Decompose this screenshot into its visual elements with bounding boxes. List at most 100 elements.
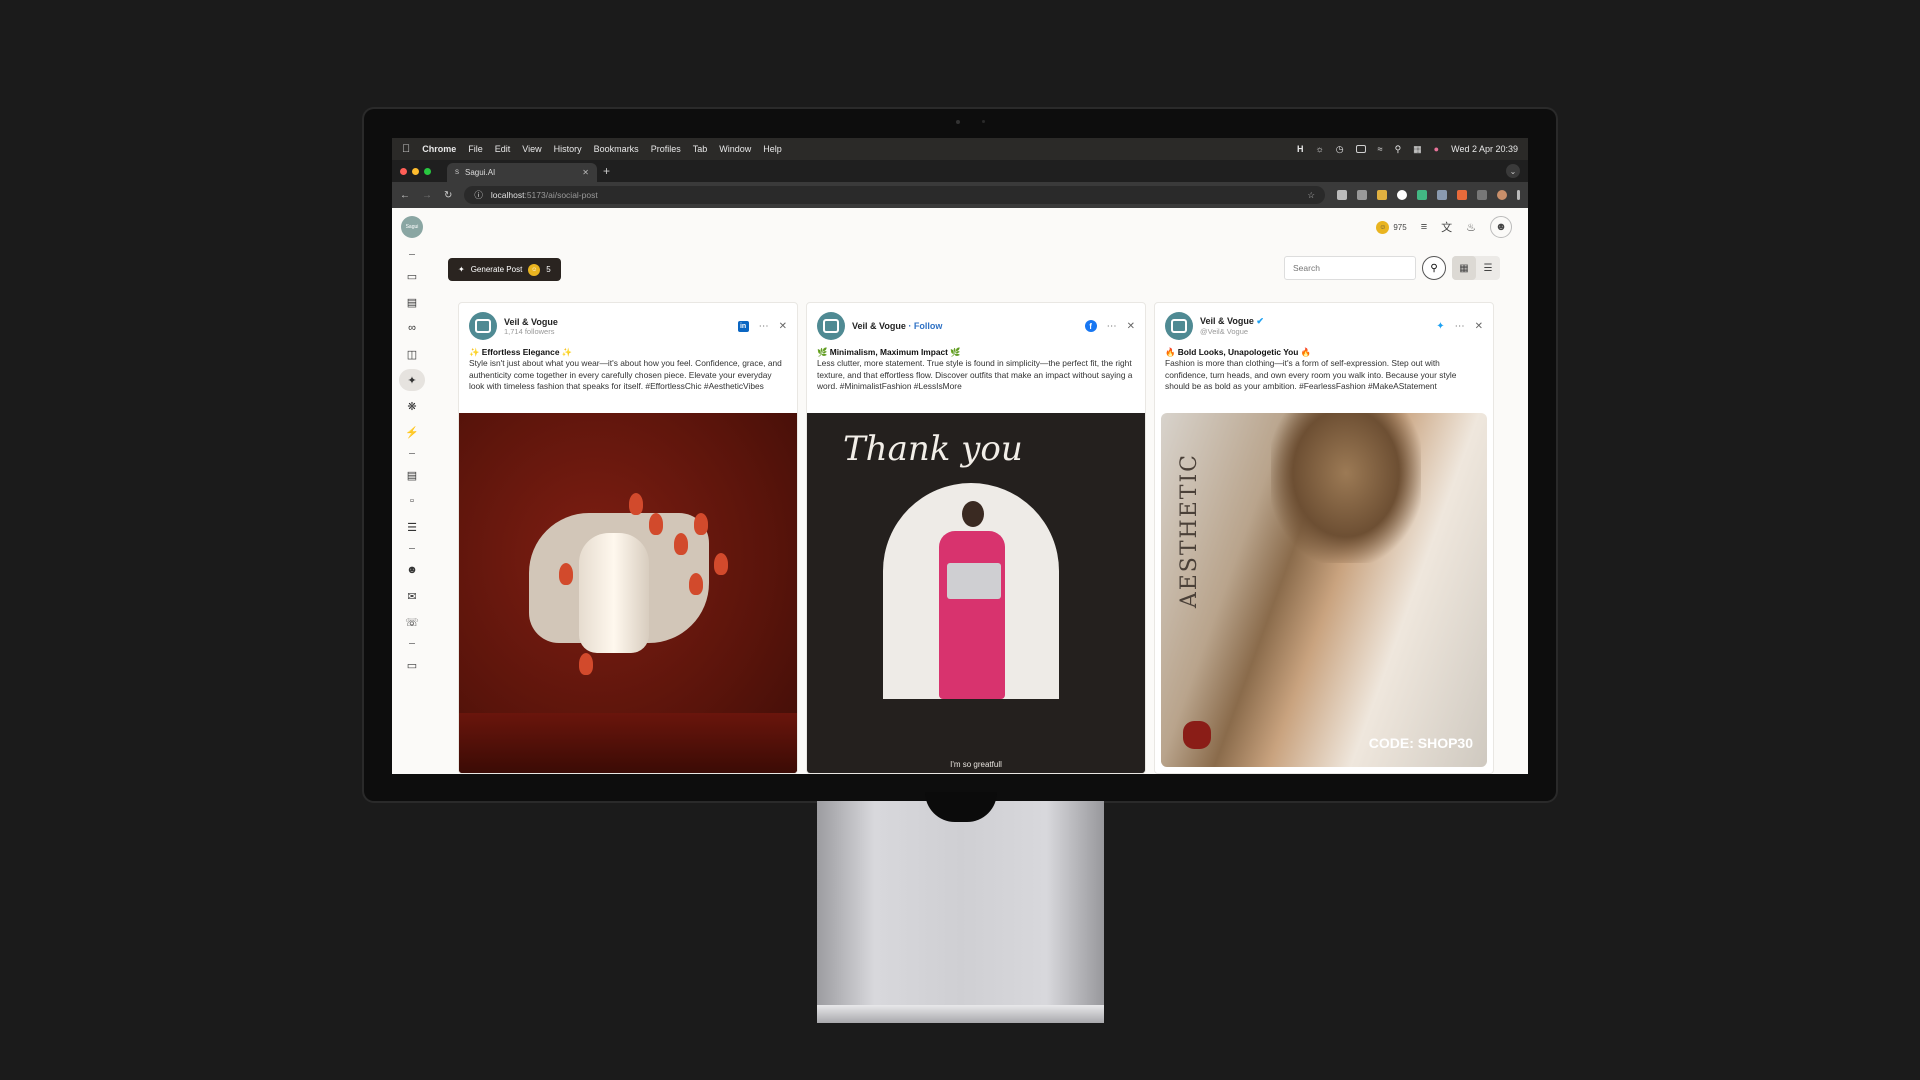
profile-icon[interactable] [1497,190,1507,200]
bell-icon[interactable]: ♨ [1466,221,1476,234]
docker-icon[interactable]: ☼ [1316,144,1324,154]
follow-link[interactable]: · Follow [908,321,942,331]
link-icon[interactable]: ∞ [399,317,425,339]
id-card-icon[interactable]: ▭ [399,654,425,676]
bolt-icon[interactable]: ⚡ [399,421,425,443]
extension-icon-4[interactable] [1397,190,1407,200]
promo-code: CODE: SHOP30 [1368,735,1473,751]
close-window-button[interactable] [400,167,407,175]
post-card[interactable]: Veil & Vogue · Follow f ⋯ ✕ 🌿 Minimalism… [806,302,1146,774]
new-tab-button[interactable]: + [603,160,610,182]
whatsapp-icon[interactable]: ☏ [399,611,425,633]
ai-sparkle-icon[interactable]: ✦ [399,369,425,391]
menu-edit[interactable]: Edit [495,144,511,154]
users-icon[interactable]: ☻ [399,559,425,581]
brand-name: Veil & Vogue [852,321,906,331]
brand-avatar [469,312,497,340]
vue-extension-icon[interactable] [1417,190,1427,200]
back-icon[interactable]: ← [400,190,410,201]
extensions-puzzle-icon[interactable] [1477,190,1487,200]
menu-profiles[interactable]: Profiles [651,144,681,154]
zoom-window-button[interactable] [424,167,431,175]
menubar-datetime[interactable]: Wed 2 Apr 20:39 [1451,144,1518,154]
menu-window[interactable]: Window [719,144,751,154]
more-options-icon[interactable]: ⋯ [1107,321,1117,332]
tab-search-button[interactable]: ⌄ [1506,164,1520,178]
post-card[interactable]: Veil & Vogue ✔ @Veil& Vogue ✦ ⋯ ✕ 🔥 Bold… [1154,302,1494,774]
menu-help[interactable]: Help [763,144,782,154]
loader-icon[interactable]: ❋ [399,395,425,417]
post-image[interactable] [459,413,797,773]
forward-icon[interactable]: → [422,190,432,201]
close-icon[interactable]: ✕ [1127,321,1135,332]
status-app-icon[interactable]: H [1297,144,1304,154]
close-icon[interactable]: ✕ [779,321,787,332]
sparkle-icon: ✦ [458,265,465,274]
apple-icon[interactable]:  [402,143,410,155]
menu-view[interactable]: View [522,144,541,154]
menu-app-name[interactable]: Chrome [422,144,456,154]
mail-icon[interactable]: ✉ [399,585,425,607]
document-icon[interactable]: ▤ [399,291,425,313]
menu-history[interactable]: History [554,144,582,154]
credits-badge[interactable]: ☺ 975 [1376,220,1407,234]
stand-base [817,1005,1104,1023]
post-image[interactable]: AESTHETIC CODE: SHOP30 [1155,413,1493,773]
browser-window-icon[interactable]: ▫ [399,490,425,512]
close-icon[interactable]: ✕ [1475,321,1483,332]
search-icon[interactable]: ⚲ [1422,256,1446,280]
reload-icon[interactable]: ↻ [444,190,452,201]
app-logo[interactable]: Sagui [401,216,423,238]
control-center-icon[interactable]: ▦ [1413,144,1422,155]
sidebar: Sagui ▭ ▤ ∞ ◫ ✦ ❋ ⚡ ▤ ▫ ☰ ☻ ✉ ☏ ▭ [392,208,432,774]
image-vertical-text: AESTHETIC [1177,453,1202,609]
menu-tab[interactable]: Tab [693,144,708,154]
extension-icon-6[interactable] [1437,190,1447,200]
spotlight-icon[interactable]: ⚲ [1395,144,1402,155]
post-actions: in ⋯ ✕ [737,320,787,332]
image-caption: I'm so greatfull [950,760,1002,769]
post-card[interactable]: Veil & Vogue 1,714 followers in ⋯ ✕ ✨ Ef… [458,302,798,774]
extension-icon-7[interactable] [1457,190,1467,200]
address-bar[interactable]: ⓘ localhost:5173/ai/social-post ☆ [464,186,1325,204]
controls-row: ✦ Generate Post ☺ 5 ⚲ ▦ ☰ [448,246,1504,294]
siri-icon[interactable]: ● [1434,144,1439,154]
linkedin-icon: in [737,320,749,332]
post-image[interactable]: Thank you I'm so greatfull [807,413,1145,773]
monitor-icon[interactable]: ▭ [399,265,425,287]
extension-icon-2[interactable] [1357,190,1367,200]
menu-file[interactable]: File [468,144,483,154]
sidebar-divider [409,548,415,549]
menu-bookmarks[interactable]: Bookmarks [594,144,639,154]
minimize-window-button[interactable] [412,167,419,175]
site-info-icon[interactable]: ⓘ [474,189,483,201]
bookmark-star-icon[interactable]: ☆ [1307,190,1315,201]
tulip [649,513,663,535]
grid-view-icon[interactable]: ▦ [1452,256,1476,280]
time-machine-icon[interactable]: ◷ [1336,144,1344,155]
more-options-icon[interactable]: ⋯ [1455,321,1465,332]
chrome-menu-icon[interactable] [1517,190,1520,200]
battery-icon[interactable] [1355,145,1366,153]
posts-grid: Veil & Vogue 1,714 followers in ⋯ ✕ ✨ Ef… [458,302,1494,774]
translate-icon[interactable]: 文 [1441,219,1452,235]
extension-icon-3[interactable] [1377,190,1387,200]
figure-body [939,531,1005,699]
tab-close-icon[interactable]: ✕ [582,168,589,177]
wifi-icon[interactable]: ≈ [1378,144,1383,154]
tulip [689,573,703,595]
sliders-icon[interactable]: ≡ [1421,221,1427,233]
list-view-icon[interactable]: ☰ [1476,256,1500,280]
more-options-icon[interactable]: ⋯ [759,321,769,332]
user-avatar[interactable]: ☻ [1490,216,1512,238]
database-icon[interactable]: ☰ [399,516,425,538]
search-input[interactable] [1284,256,1416,280]
post-text: Style isn't just about what you wear—it'… [469,358,782,392]
list-box-icon[interactable]: ▤ [399,464,425,486]
sensor [982,120,985,123]
credits-count: 975 [1393,222,1407,232]
pen-extension-icon[interactable] [1337,190,1347,200]
generate-post-button[interactable]: ✦ Generate Post ☺ 5 [448,258,561,281]
browser-tab[interactable]: S Sagui.AI ✕ [447,163,597,182]
folder-icon[interactable]: ◫ [399,343,425,365]
